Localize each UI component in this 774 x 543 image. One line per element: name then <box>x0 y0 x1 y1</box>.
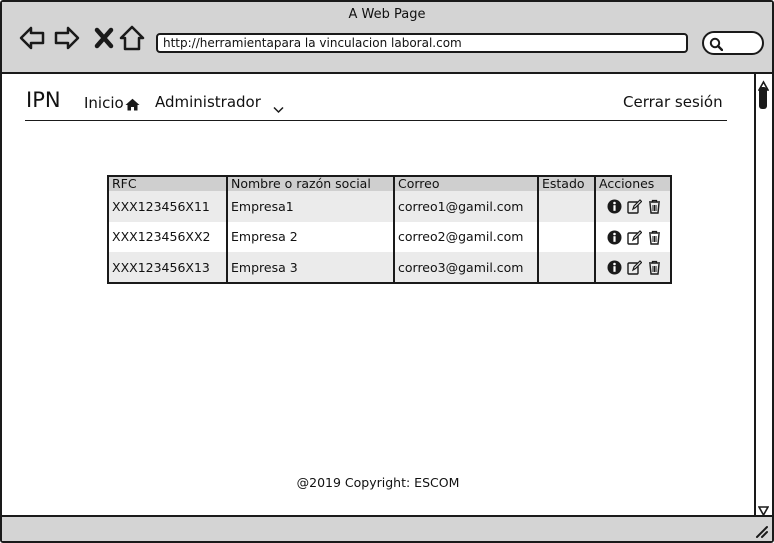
window-title: A Web Page <box>348 7 426 22</box>
cell-rfc: XXX123456X11 <box>108 191 228 222</box>
cell-estado <box>538 191 596 222</box>
arrow-left-icon[interactable] <box>18 24 46 52</box>
cell-estado <box>538 252 596 283</box>
table-row: XXX123456XX2 Empresa 2 correo2@gamil.com <box>108 221 671 253</box>
chevron-down-icon[interactable] <box>273 99 284 114</box>
cell-correo: correo3@gamil.com <box>394 252 539 283</box>
companies-table: RFC Nombre o razón social Correo Estado … <box>107 175 672 284</box>
header-divider <box>25 120 727 121</box>
cell-nombre: Empresa1 <box>227 191 395 222</box>
home-icon <box>125 97 140 110</box>
search-icon <box>709 36 724 52</box>
resize-grip-icon[interactable] <box>754 523 768 538</box>
scroll-down-arrow-icon[interactable] <box>757 502 770 517</box>
table-row: XXX123456X13 Empresa 3 correo3@gamil.com <box>108 252 671 283</box>
edit-icon[interactable] <box>627 199 643 215</box>
cell-rfc: XXX123456XX2 <box>108 221 228 253</box>
cell-rfc: XXX123456X13 <box>108 252 228 283</box>
close-icon[interactable] <box>90 24 118 52</box>
column-header-nombre: Nombre o razón social <box>227 176 395 191</box>
nav-home-link[interactable]: Inicio <box>84 94 140 112</box>
cell-estado <box>538 221 596 253</box>
browser-statusbar <box>2 515 772 541</box>
browser-search-field[interactable] <box>702 31 764 55</box>
url-input[interactable]: http://herramientapara la vinculacion la… <box>156 33 688 53</box>
edit-icon[interactable] <box>627 230 643 245</box>
column-header-correo: Correo <box>394 176 539 191</box>
arrow-right-icon[interactable] <box>53 24 81 52</box>
browser-window: A Web Page http://herramientapara la vin… <box>0 0 774 543</box>
cell-acciones <box>595 252 671 283</box>
vertical-scrollbar[interactable] <box>754 74 772 517</box>
table-row: XXX123456X11 Empresa1 correo1@gamil.com <box>108 191 671 222</box>
logout-link[interactable]: Cerrar sesión <box>623 93 723 111</box>
cell-nombre: Empresa 3 <box>227 252 395 283</box>
trash-icon[interactable] <box>647 260 662 275</box>
cell-correo: correo2@gamil.com <box>394 221 539 253</box>
column-header-acciones: Acciones <box>599 176 655 191</box>
footer-copyright: @2019 Copyright: ESCOM <box>296 475 460 490</box>
home-icon[interactable] <box>118 24 146 52</box>
info-icon[interactable] <box>607 260 622 275</box>
brand-logo-text[interactable]: IPN <box>26 88 61 112</box>
page-content: IPN Inicio Administrador Cerrar sesión R… <box>2 74 754 517</box>
browser-titlebar: A Web Page http://herramientapara la vin… <box>2 2 772 74</box>
table-header-row: RFC Nombre o razón social Correo Estado … <box>108 176 671 191</box>
trash-icon[interactable] <box>647 230 662 245</box>
edit-icon[interactable] <box>627 260 643 275</box>
column-header-rfc: RFC <box>108 176 228 191</box>
cell-acciones <box>595 191 671 222</box>
trash-icon[interactable] <box>647 199 662 215</box>
nav-home-label: Inicio <box>84 94 124 112</box>
column-header-estado: Estado <box>538 176 596 191</box>
info-icon[interactable] <box>607 199 622 214</box>
cell-acciones <box>595 222 671 253</box>
scrollbar-thumb[interactable] <box>759 87 767 109</box>
cell-correo: correo1@gamil.com <box>394 191 539 222</box>
info-icon[interactable] <box>607 230 622 245</box>
nav-admin-dropdown[interactable]: Administrador <box>155 93 261 111</box>
cell-nombre: Empresa 2 <box>227 221 395 253</box>
